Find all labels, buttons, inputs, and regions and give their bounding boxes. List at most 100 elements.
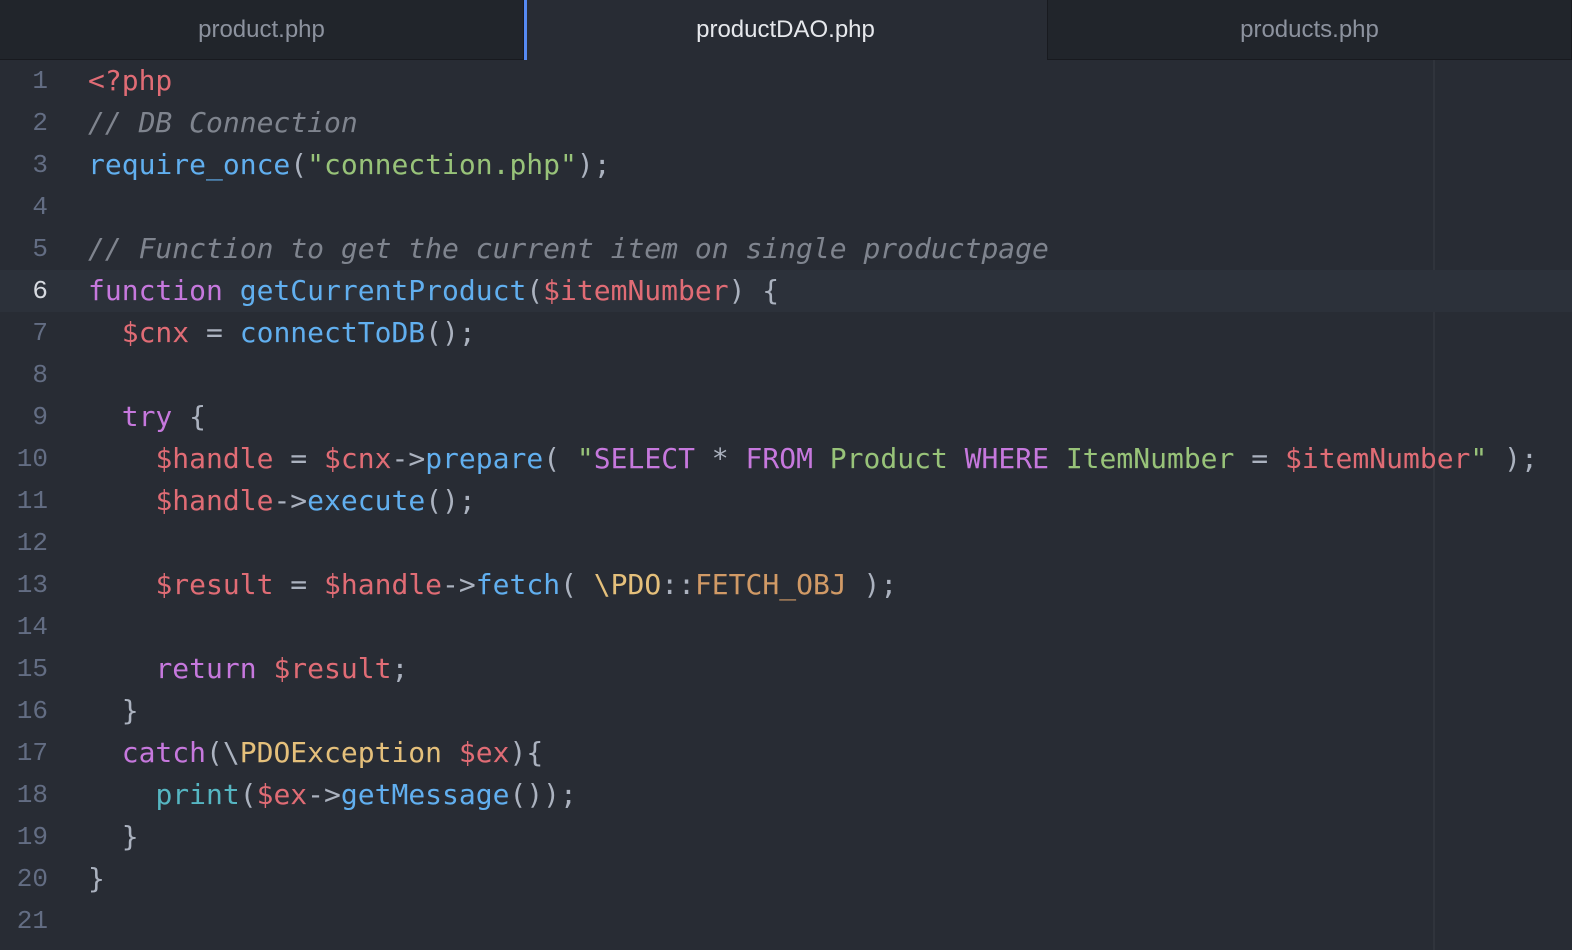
line-number: 14 [16, 612, 48, 642]
code-token: catch [121, 736, 207, 769]
code-line[interactable]: 17 catch(\PDOException $ex){ [0, 732, 1572, 774]
code-line[interactable]: 15 return $result; [0, 648, 1572, 690]
code-token: $handle [155, 484, 274, 517]
line-number: 17 [16, 738, 48, 768]
line-number: 3 [32, 150, 48, 180]
code-text: $handle->execute(); [88, 480, 475, 522]
code-token: Product [812, 442, 965, 475]
code-token: "connection.php" [307, 148, 577, 181]
code-line[interactable]: 14 [0, 606, 1572, 648]
line-number: 5 [32, 234, 48, 264]
code-token: fetch [475, 568, 561, 601]
code-text: return $result; [88, 648, 408, 690]
code-token: FROM [745, 442, 813, 475]
code-line[interactable]: 18 print($ex->getMessage()); [0, 774, 1572, 816]
code-text: <?php [88, 60, 172, 102]
code-token: ){ [509, 736, 544, 769]
code-token: $handle [155, 442, 274, 475]
code-token: getCurrentProduct [239, 274, 527, 307]
tab-product-php[interactable]: product.php [0, 0, 524, 60]
code-token: " [576, 442, 594, 475]
code-editor[interactable]: 1 <?php 2// DB Connection 3 require_once("co… [0, 60, 1572, 950]
code-token: $result [155, 568, 274, 601]
line-number: 18 [16, 780, 48, 810]
code-token: getMessage [340, 778, 510, 811]
line-number: 21 [16, 906, 48, 936]
code-token: // Function to get the current item on s… [88, 232, 1049, 265]
code-token: -> [442, 568, 476, 601]
code-token: execute [307, 484, 426, 517]
code-token: ); [846, 568, 898, 601]
line-number: 4 [32, 192, 48, 222]
code-token: $itemNumber [543, 274, 729, 307]
code-token: = [273, 568, 325, 601]
code-token: \PDO [593, 568, 662, 601]
code-line[interactable]: 7 $cnx = connectToDB(); [0, 312, 1572, 354]
code-text: } [88, 690, 139, 732]
code-token: { [172, 400, 207, 433]
line-number: 6 [32, 276, 48, 306]
code-token: } [88, 694, 139, 727]
tab-products-php[interactable]: products.php [1048, 0, 1572, 60]
code-text: $cnx = connectToDB(); [88, 312, 476, 354]
code-line[interactable]: 10 $handle = $cnx->prepare( "SELECT * FR… [0, 438, 1572, 480]
code-token: prepare [425, 442, 544, 475]
code-line[interactable]: 13 $result = $handle->fetch( \PDO::FETCH… [0, 564, 1572, 606]
line-number: 11 [16, 486, 48, 516]
code-text: require_once("connection.php"); [88, 144, 611, 186]
code-token: ( [290, 148, 308, 181]
code-text: print($ex->getMessage()); [88, 774, 577, 816]
line-number: 12 [16, 528, 48, 558]
code-token: $cnx [121, 316, 190, 349]
code-token: = [273, 442, 325, 475]
code-text: // Function to get the current item on s… [88, 228, 1049, 270]
code-line[interactable]: 6 function getCurrentProduct($itemNumber)… [0, 270, 1572, 312]
code-line[interactable]: 16 } [0, 690, 1572, 732]
code-token: -> [273, 484, 308, 517]
code-token: try [121, 400, 173, 433]
code-token: ; [391, 652, 409, 685]
code-line[interactable]: 9 try { [0, 396, 1572, 438]
code-token: = [189, 316, 240, 349]
code-token: ( [543, 442, 577, 475]
code-token: -> [307, 778, 341, 811]
code-token: SELECT [593, 442, 695, 475]
line-number: 10 [16, 444, 48, 474]
code-token: return [155, 652, 257, 685]
line-number: 8 [32, 360, 48, 390]
code-token: ItemNumber [1048, 442, 1252, 475]
code-line[interactable]: 8 [0, 354, 1572, 396]
code-line[interactable]: 11 $handle->execute(); [0, 480, 1572, 522]
code-line[interactable]: 5 // Function to get the current item on … [0, 228, 1572, 270]
code-line[interactable]: 2 // DB Connection [0, 102, 1572, 144]
code-line[interactable]: 21 [0, 900, 1572, 942]
code-line[interactable]: 19 } [0, 816, 1572, 858]
code-text: } [88, 816, 139, 858]
tab-bar: product.php productDAO.php products.php [0, 0, 1572, 60]
code-line[interactable]: 1 <?php [0, 60, 1572, 102]
code-token: ( [560, 568, 594, 601]
code-token: require_once [88, 148, 291, 181]
line-number: 19 [16, 822, 48, 852]
tab-productdao-php[interactable]: productDAO.php [524, 0, 1048, 60]
code-token: ); [576, 148, 611, 181]
code-line[interactable]: 12 [0, 522, 1572, 564]
line-number: 20 [16, 864, 48, 894]
line-number: 16 [16, 696, 48, 726]
code-line[interactable]: 3 require_once("connection.php"); [0, 144, 1572, 186]
code-token: connectToDB [239, 316, 426, 349]
code-line[interactable]: 4 [0, 186, 1572, 228]
code-token: ()); [509, 778, 577, 811]
code-text: try { [88, 396, 206, 438]
line-number: 7 [32, 318, 48, 348]
code-line[interactable]: 20} [0, 858, 1572, 900]
code-token: FETCH_OBJ [694, 568, 847, 601]
